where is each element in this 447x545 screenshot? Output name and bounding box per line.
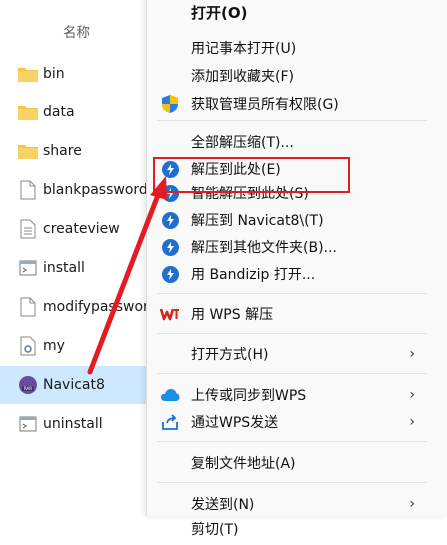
chevron-right-icon: ›: [409, 346, 415, 362]
file-name: blankpassword: [43, 182, 148, 198]
file-icon: [18, 180, 38, 200]
context-menu: 打开(O) 用记事本打开(U) 添加到收藏夹(F) 获取管理员所有权限(G) 全…: [146, 0, 447, 538]
bandizip-icon: [160, 237, 180, 257]
text-file-icon: [18, 219, 38, 239]
script-file-icon: [18, 414, 38, 434]
shield-icon: [160, 94, 180, 114]
folder-icon: [18, 141, 38, 161]
script-file-icon: [18, 258, 38, 278]
menu-item-open-bandizip[interactable]: 用 Bandizip 打开...: [147, 258, 437, 290]
menu-separator: [157, 120, 427, 121]
bandizip-icon: [160, 264, 180, 284]
chevron-right-icon: ›: [409, 387, 415, 403]
menu-separator: [157, 482, 427, 483]
menu-separator: [157, 373, 427, 374]
menu-separator: [157, 333, 427, 334]
bandizip-icon: [160, 183, 180, 203]
menu-item-wps-extract[interactable]: 用 WPS 解压: [147, 298, 437, 330]
bandizip-icon: [160, 210, 180, 230]
file-name: createview: [43, 221, 120, 237]
column-header-name[interactable]: 名称: [63, 21, 90, 41]
menu-item-open-with[interactable]: 打开方式(H) ›: [147, 338, 437, 370]
folder-icon: [18, 102, 38, 122]
menu-item-take-ownership[interactable]: 获取管理员所有权限(G): [147, 88, 437, 120]
file-name: modifypassword: [43, 299, 158, 315]
rar-archive-icon: RAR: [18, 375, 38, 395]
file-name: data: [43, 104, 75, 120]
file-name: Navicat8: [43, 377, 105, 393]
menu-item-cut[interactable]: 剪切(T): [147, 513, 437, 545]
chevron-right-icon: ›: [409, 414, 415, 430]
share-icon: [160, 412, 180, 432]
menu-separator: [157, 441, 427, 442]
cloud-icon: [160, 385, 180, 405]
file-name: install: [43, 260, 85, 276]
config-file-icon: [18, 336, 38, 356]
menu-item-copy-path[interactable]: 复制文件地址(A): [147, 447, 437, 479]
bandizip-icon: [160, 159, 180, 179]
menu-item-open[interactable]: 打开(O): [147, 0, 437, 28]
file-name: bin: [43, 66, 65, 82]
wps-icon: [160, 304, 180, 324]
file-name: uninstall: [43, 416, 103, 432]
file-icon: [18, 297, 38, 317]
svg-text:RAR: RAR: [24, 386, 32, 391]
chevron-right-icon: ›: [409, 496, 415, 512]
menu-item-send-wps[interactable]: 通过WPS发送 ›: [147, 406, 437, 438]
menu-separator: [157, 293, 427, 294]
file-name: share: [43, 143, 82, 159]
file-name: my: [43, 338, 65, 354]
folder-icon: [18, 64, 38, 84]
